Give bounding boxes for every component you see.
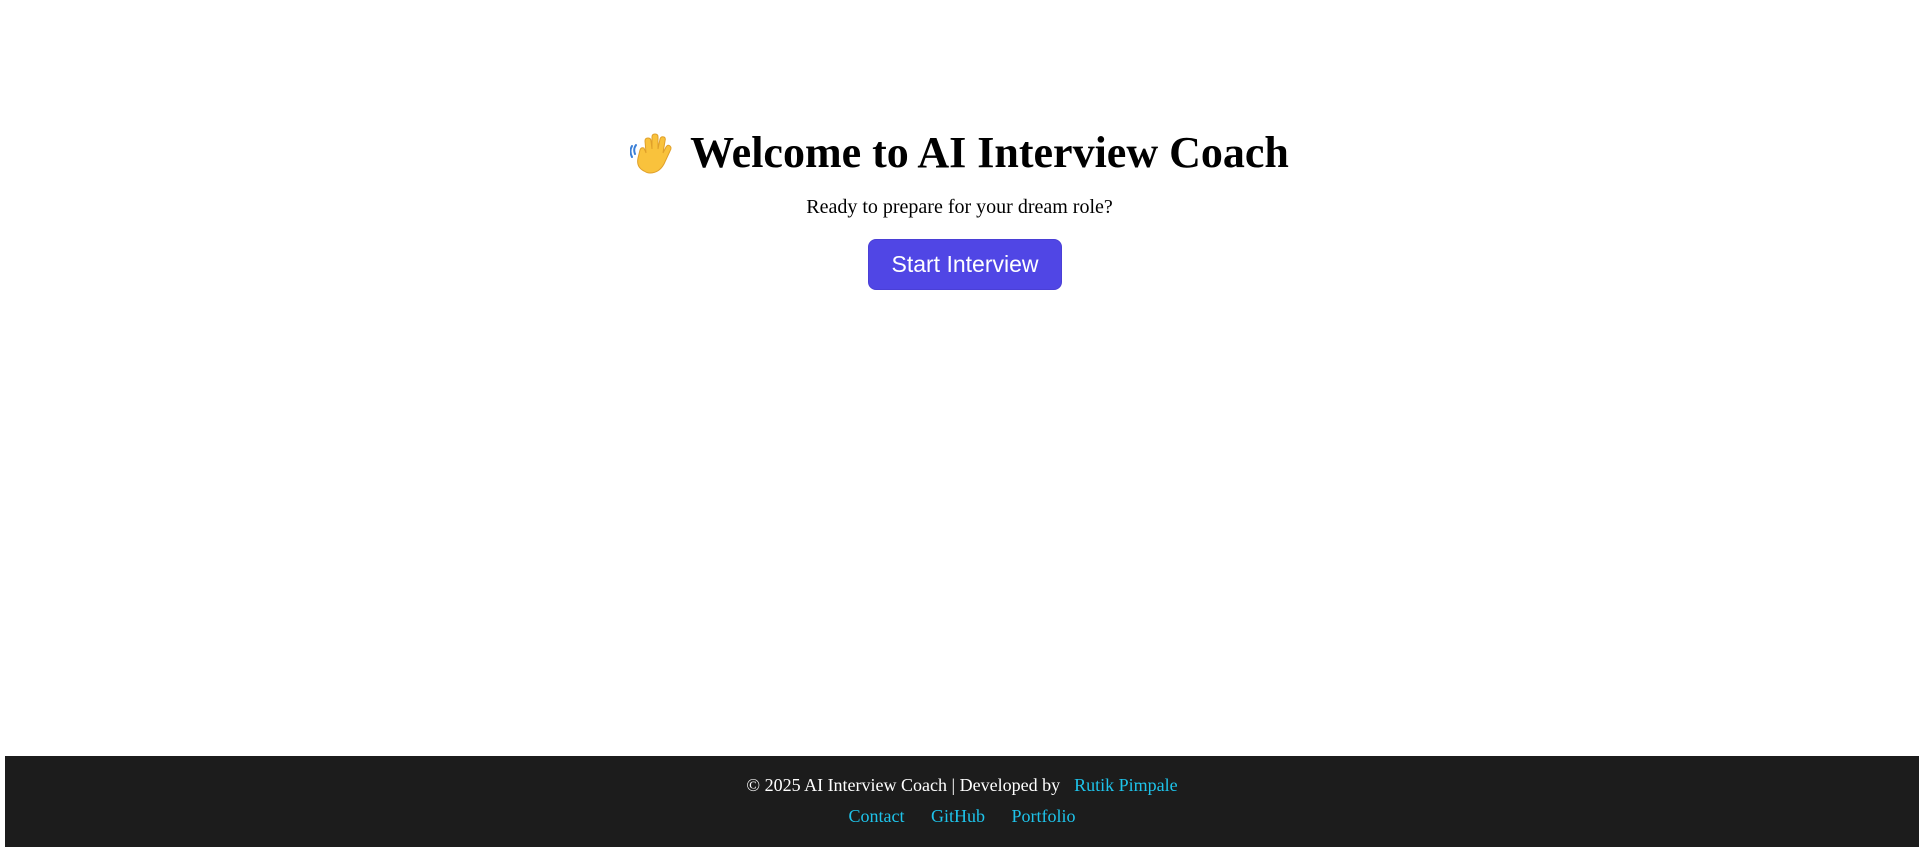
page-title-text: Welcome to AI Interview Coach [690,128,1289,177]
author-link[interactable]: Rutik Pimpale [1074,775,1178,795]
contact-link[interactable]: Contact [848,806,904,826]
footer-credits: © 2025 AI Interview Coach | Developed by… [5,774,1919,796]
waving-hand-icon [630,131,674,175]
subtitle: Ready to prepare for your dream role? [806,196,1113,218]
github-link[interactable]: GitHub [931,806,985,826]
portfolio-link[interactable]: Portfolio [1011,806,1075,826]
copyright-text: © 2025 AI Interview Coach | Developed by [746,775,1061,795]
footer-links: Contact GitHub Portfolio [5,805,1919,827]
page: Welcome to AI Interview Coach Ready to p… [0,0,1919,847]
footer: © 2025 AI Interview Coach | Developed by… [5,756,1919,847]
start-interview-button[interactable]: Start Interview [868,239,1062,290]
page-title: Welcome to AI Interview Coach [0,126,1919,180]
